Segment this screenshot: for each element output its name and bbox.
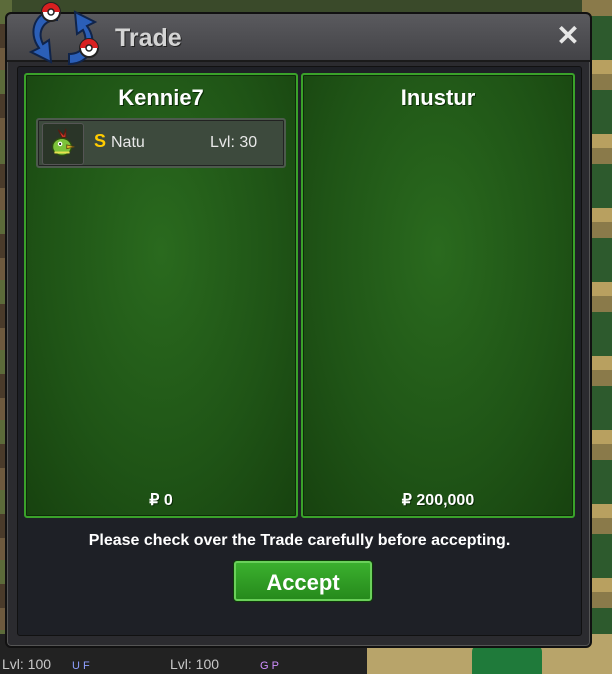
my-offer-panel: Kennie7 S Natu Lvl: 30 ₽ 0	[24, 73, 298, 518]
my-money-amount: ₽ 0	[149, 492, 173, 509]
background-badge-left: U F	[72, 660, 90, 672]
trade-notice: Please check over the Trade carefully be…	[88, 532, 511, 549]
shiny-badge: S	[94, 131, 107, 151]
partner-offer-panel: Inustur ₽ 200,000	[301, 73, 575, 518]
trade-content: Kennie7 S Natu Lvl: 30 ₽ 0 Inustur ₽ 200…	[17, 66, 582, 636]
close-button[interactable]: ✕	[554, 22, 582, 50]
background-badge-mid: G P	[260, 660, 279, 672]
item-pokemon-name: Natu	[111, 134, 145, 151]
background-level-mid: Lvl: 100	[170, 656, 220, 672]
natu-pokemon-icon	[51, 128, 75, 157]
close-icon: ✕	[556, 20, 580, 51]
accept-button[interactable]: Accept	[234, 561, 372, 601]
offer-item-natu[interactable]: S Natu Lvl: 30	[36, 118, 286, 168]
window-title: Trade	[115, 24, 182, 52]
partner-money-amount: ₽ 200,000	[401, 492, 475, 509]
item-icon-box	[42, 123, 84, 165]
background-tree	[472, 644, 542, 674]
trade-logo-icon	[28, 2, 99, 66]
background-level-left: Lvl: 100	[2, 656, 52, 672]
trade-window: Trade ✕ Kennie7 S Natu Lvl: 30 ₽ 0 Inust…	[5, 2, 592, 648]
partner-player-name: Inustur	[400, 85, 476, 110]
my-player-name: Kennie7	[118, 85, 204, 110]
item-pokemon-level: Lvl: 30	[210, 134, 258, 151]
